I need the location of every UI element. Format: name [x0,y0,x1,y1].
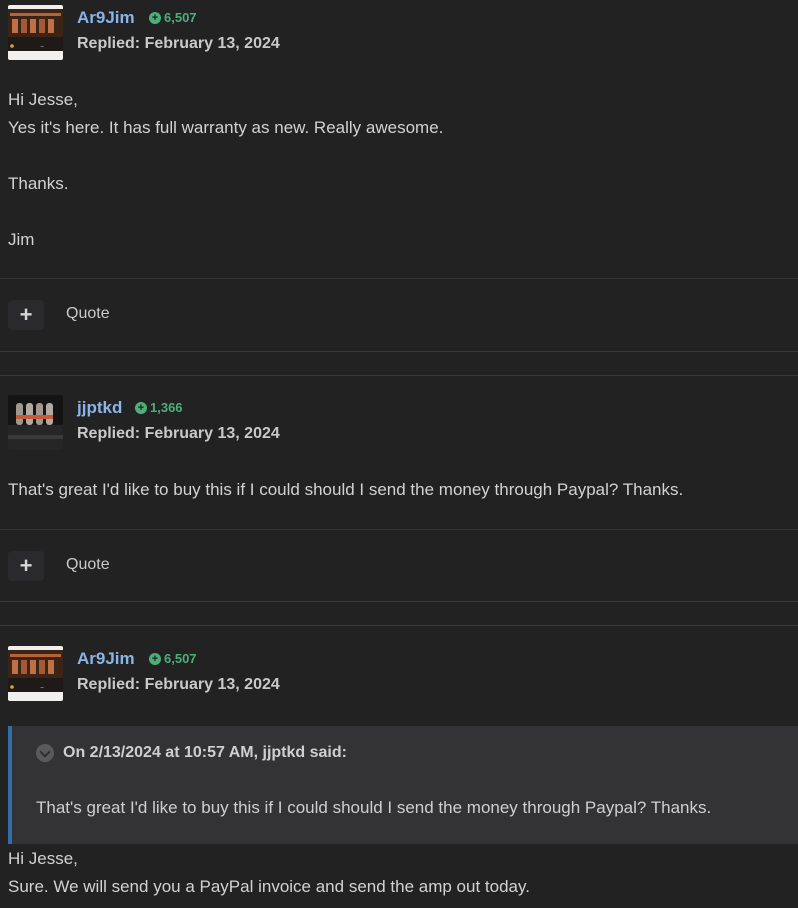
multiquote-button[interactable]: + [8,300,44,330]
reputation-count: 6,507 [164,651,197,666]
replied-date: Replied: February 13, 2024 [77,676,280,693]
avatar[interactable]: ~ [8,5,63,60]
post-divider [0,601,798,602]
author-name[interactable]: Ar9Jim [77,649,135,669]
reputation-count: 6,507 [164,10,197,25]
post-header: ~ Ar9Jim + 6,507 Replied: February 13, 2… [0,641,798,701]
post-line: Hi Jesse, [8,90,78,109]
post-line: Thanks. [8,174,69,193]
post-actions: + Quote [0,529,798,601]
post-body: Hi Jesse, Sure. We will send you a PayPa… [8,845,530,901]
chevron-down-icon[interactable] [36,744,54,762]
post-actions: + Quote [0,278,798,350]
reputation-count: 1,366 [150,400,183,415]
quoted-post: On 2/13/2024 at 10:57 AM, jjptkd said: T… [8,726,798,844]
post-divider [0,375,798,376]
quote-citation: On 2/13/2024 at 10:57 AM, jjptkd said: [63,744,347,761]
quote-header[interactable]: On 2/13/2024 at 10:57 AM, jjptkd said: [36,744,347,762]
plus-circle-icon: + [135,401,147,414]
author-name[interactable]: Ar9Jim [77,8,135,28]
post-divider [0,625,798,626]
plus-circle-icon: + [149,11,161,24]
post-divider [0,351,798,352]
post-header: ~ Ar9Jim + 6,507 Replied: February 13, 2… [0,0,798,60]
reputation-badge: + 6,507 [149,651,197,666]
post-line: That's great I'd like to buy this if I c… [8,480,684,499]
post-line: Jim [8,230,35,249]
post-body: That's great I'd like to buy this if I c… [8,476,683,504]
reputation-badge: + 1,366 [135,400,183,415]
post-2: jjptkd + 1,366 Replied: February 13, 202… [0,390,798,602]
svg-text:~: ~ [40,44,44,50]
post-body: Hi Jesse, Yes it's here. It has full war… [8,86,443,254]
post-header: jjptkd + 1,366 Replied: February 13, 202… [0,390,798,450]
post-line: Sure. We will send you a PayPal invoice … [8,877,530,896]
replied-date: Replied: February 13, 2024 [77,35,280,52]
svg-text:~: ~ [40,685,44,691]
reputation-badge: + 6,507 [149,10,197,25]
post-line: Hi Jesse, [8,849,78,868]
author-name[interactable]: jjptkd [77,398,122,418]
post-line: Yes it's here. It has full warranty as n… [8,118,444,137]
quote-text: That's great I'd like to buy this if I c… [36,798,712,817]
avatar[interactable]: ~ [8,646,63,701]
plus-circle-icon: + [149,652,161,665]
replied-date: Replied: February 13, 2024 [77,425,280,442]
avatar[interactable] [8,395,63,450]
quote-button[interactable]: Quote [66,305,110,323]
quote-button[interactable]: Quote [66,556,110,574]
post-1: ~ Ar9Jim + 6,507 Replied: February 13, 2… [0,0,798,352]
multiquote-button[interactable]: + [8,551,44,581]
